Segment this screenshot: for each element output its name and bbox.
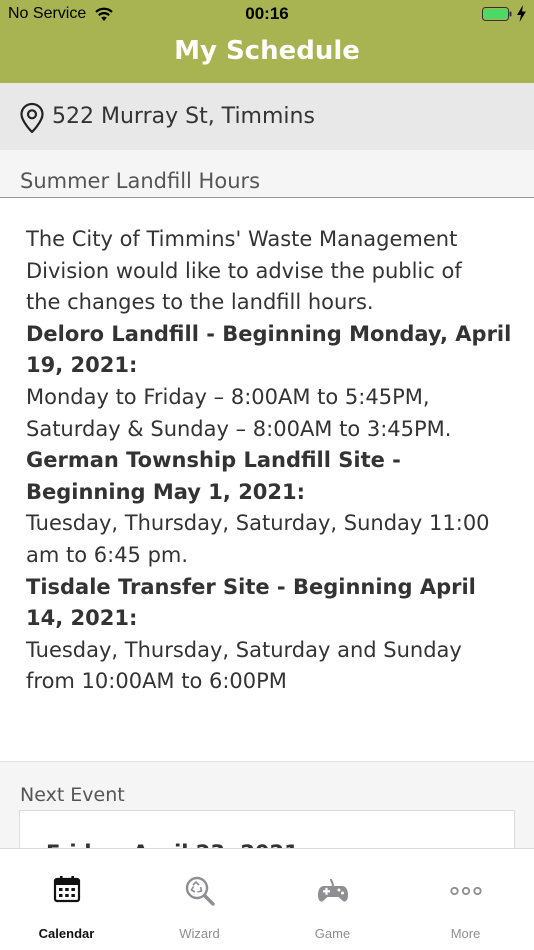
location-bar[interactable]: 522 Murray St, Timmins <box>0 83 534 150</box>
tab-label: Calendar <box>38 926 95 941</box>
notice-text-line: Division would like to advise the public… <box>26 258 462 283</box>
tab-wizard[interactable]: Wizard <box>133 849 266 950</box>
notice-text-line: The City of Timmins' Waste Management <box>26 227 458 251</box>
notice-heading-line: 19, 2021: <box>26 353 138 378</box>
notice-text-line: from 10:00AM to 6:00PM <box>26 669 287 694</box>
tab-more[interactable]: More <box>399 849 532 950</box>
notice-body: The City of Timmins' Waste Management Div… <box>26 224 512 698</box>
next-event-title: Next Event <box>20 784 125 806</box>
tab-calendar[interactable]: Calendar <box>0 849 133 950</box>
notice-heading-line: Beginning May 1, 2021: <box>26 479 306 504</box>
notice-text-line: Monday to Friday – 8:00AM to 5:45PM, <box>26 384 430 409</box>
charging-bolt-icon <box>517 5 526 22</box>
notice-heading-line: Deloro Landfill - Beginning Monday, Apri… <box>26 321 512 346</box>
status-bar: No Service 00:16 <box>0 0 534 28</box>
tab-label: More <box>450 926 481 941</box>
next-event-section: Next Event Friday, April 23, 2021 <box>0 761 534 870</box>
notice-heading-line: 14, 2021: <box>26 606 138 631</box>
map-pin-icon <box>20 102 44 134</box>
notice-text-line: Tuesday, Thursday, Saturday, Sunday 11:0… <box>26 511 490 536</box>
tab-label: Game <box>314 926 351 941</box>
location-address: 522 Murray St, Timmins <box>52 104 315 129</box>
notice-text-line: the changes to the landfill hours. <box>26 290 374 315</box>
tab-game[interactable]: Game <box>266 849 399 950</box>
page-title: My Schedule <box>174 36 360 66</box>
notice-heading-line: Tisdale Transfer Site - Beginning April <box>26 574 476 599</box>
notice-text-line: Saturday & Sunday – 8:00AM to 3:45PM. <box>26 416 452 441</box>
status-time: 00:16 <box>245 4 289 23</box>
section-header: Summer Landfill Hours <box>0 150 534 198</box>
tab-label: Wizard <box>179 926 220 941</box>
section-title: Summer Landfill Hours <box>20 169 261 193</box>
notice-text-line: am to 6:45 pm. <box>26 542 189 567</box>
tab-bar: Calendar Wizard Game More <box>0 848 534 950</box>
more-dots-icon <box>449 886 482 896</box>
calendar-icon <box>53 876 80 903</box>
navigation-bar: No Service 00:16 My Schedule <box>0 0 534 83</box>
recycle-search-icon <box>185 876 215 906</box>
battery-icon <box>482 7 512 21</box>
notice-heading-line: German Township Landfill Site - <box>26 448 401 473</box>
gamepad-icon <box>317 878 348 902</box>
notice-text-line: Tuesday, Thursday, Saturday and Sunday <box>26 637 462 662</box>
